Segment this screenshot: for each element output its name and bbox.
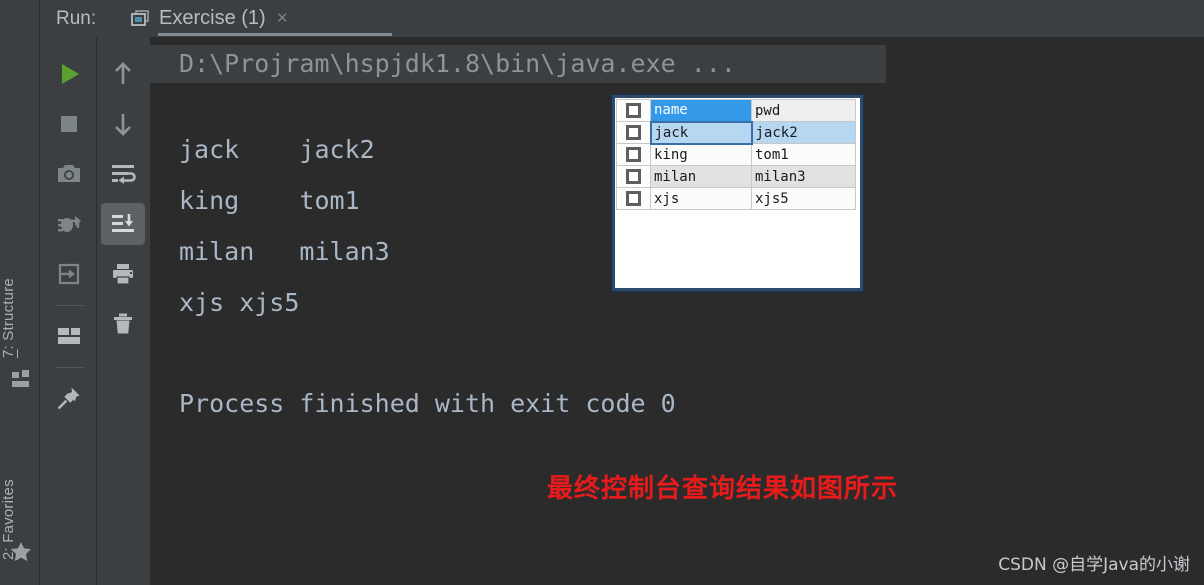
cell-name[interactable]: jack <box>649 120 753 145</box>
play-icon <box>62 64 79 84</box>
left-tool-strip: 7: Structure 2: Favorites <box>0 0 40 585</box>
tab-exercise[interactable]: Exercise (1) × <box>120 0 294 37</box>
screenshot-button[interactable] <box>47 153 91 195</box>
pin-icon <box>57 387 80 410</box>
close-icon[interactable]: × <box>275 9 288 28</box>
camera-icon <box>58 165 80 182</box>
cell-pwd[interactable]: jack2 <box>751 121 856 144</box>
tab-title: Exercise (1) <box>159 7 266 29</box>
star-icon[interactable] <box>10 540 32 562</box>
table-row[interactable]: jack jack2 <box>616 120 856 145</box>
rerun-button[interactable] <box>47 53 91 95</box>
console-output-line: king tom1 <box>179 186 360 215</box>
stop-square-icon <box>61 116 77 132</box>
checkbox-icon[interactable] <box>626 191 641 206</box>
sidebar-item-structure-label: : Structure <box>0 278 17 350</box>
scroll-to-end-button[interactable] <box>101 203 145 245</box>
row-checkbox-cell[interactable] <box>616 121 651 144</box>
bug-icon <box>58 216 81 232</box>
console-finished-line: Process finished with exit code 0 <box>179 389 676 418</box>
pin-tab-button[interactable] <box>47 377 91 419</box>
console-output-line: jack jack2 <box>179 135 375 164</box>
checkbox-icon[interactable] <box>625 125 641 140</box>
debug-button[interactable] <box>47 203 91 245</box>
tab-bar: Run: Exercise (1) × <box>40 0 1204 37</box>
cell-pwd[interactable]: pwd <box>751 99 856 122</box>
cell-name[interactable]: milan <box>650 165 752 188</box>
console-output-line: xjs xjs5 <box>179 288 300 317</box>
enter-box-icon <box>58 263 80 285</box>
trash-icon <box>114 313 132 334</box>
checkbox-icon[interactable] <box>626 103 641 118</box>
arrow-up-icon <box>115 62 131 84</box>
result-table-overlay: name pwd jack jack2 king tom1 milan mila… <box>612 95 863 291</box>
checkbox-icon[interactable] <box>626 147 641 162</box>
layout-button[interactable] <box>47 315 91 357</box>
cell-name[interactable]: name <box>650 99 752 122</box>
arrow-down-icon <box>115 114 131 136</box>
run-toolbar-primary <box>41 37 97 585</box>
run-tool-window: 7: Structure 2: Favorites Run: Exercise … <box>0 0 1204 585</box>
table-row[interactable]: name pwd <box>616 99 856 122</box>
toolbar-divider <box>55 305 83 306</box>
red-annotation-text: 最终控制台查询结果如图所示 <box>547 474 899 504</box>
run-toolbar-secondary <box>98 37 150 585</box>
checkbox-icon[interactable] <box>626 169 641 184</box>
up-the-stack-trace-button[interactable] <box>101 53 145 95</box>
sidebar-item-structure-index: 7 <box>0 349 17 358</box>
cell-name[interactable]: xjs <box>650 187 752 210</box>
row-checkbox-cell[interactable] <box>616 187 651 210</box>
structure-icon[interactable] <box>10 368 32 390</box>
table-row[interactable]: milan milan3 <box>616 165 856 188</box>
row-checkbox-cell[interactable] <box>616 143 651 166</box>
table-row[interactable]: xjs xjs5 <box>616 187 856 210</box>
export-button[interactable] <box>47 253 91 295</box>
soft-wrap-icon <box>112 165 136 184</box>
soft-wrap-button[interactable] <box>101 153 145 195</box>
toolbar-divider-2 <box>55 367 83 368</box>
cell-name[interactable]: king <box>650 143 752 166</box>
sidebar-item-structure[interactable]: 7: Structure <box>0 238 40 358</box>
console-output-line: milan milan3 <box>179 237 390 266</box>
clear-all-button[interactable] <box>101 303 145 345</box>
watermark: CSDN @自学Java的小谢 <box>998 555 1190 575</box>
row-checkbox-cell[interactable] <box>616 99 651 122</box>
cell-pwd[interactable]: milan3 <box>751 165 856 188</box>
down-the-stack-trace-button[interactable] <box>101 103 145 145</box>
tab-active-underline <box>158 33 392 36</box>
row-checkbox-cell[interactable] <box>616 165 651 188</box>
cell-pwd[interactable]: tom1 <box>751 143 856 166</box>
scroll-to-end-icon <box>112 214 134 232</box>
run-label: Run: <box>56 8 97 29</box>
cell-pwd[interactable]: xjs5 <box>751 187 856 210</box>
print-button[interactable] <box>101 253 145 295</box>
result-table[interactable]: name pwd jack jack2 king tom1 milan mila… <box>616 99 856 210</box>
layout-icon <box>58 328 80 344</box>
stop-button[interactable] <box>47 103 91 145</box>
console-command-line: D:\Projram\hspjdk1.8\bin\java.exe ... <box>150 45 886 83</box>
table-row[interactable]: king tom1 <box>616 143 856 166</box>
run-configuration-icon <box>131 9 149 26</box>
printer-icon <box>113 264 133 285</box>
